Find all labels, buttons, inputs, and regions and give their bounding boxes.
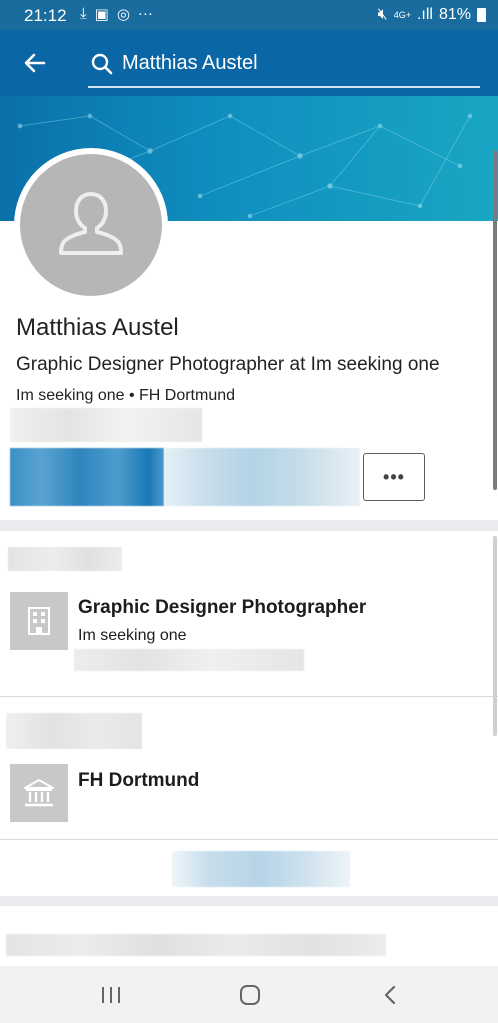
search-icon	[90, 52, 114, 81]
redacted-section-heading	[8, 547, 122, 571]
school-logo[interactable]	[10, 764, 68, 822]
status-right: 🔇︎ 4G+ .ıll 81%	[378, 6, 486, 24]
notification-icons: ⤓ ▣ ◎ ···	[80, 5, 153, 23]
home-icon[interactable]	[230, 978, 270, 1012]
redacted-see-all-link[interactable]	[172, 851, 350, 887]
profile-name: Matthias Austel	[16, 314, 179, 341]
redacted-experience-dates	[74, 649, 304, 671]
system-back-icon[interactable]	[370, 978, 410, 1012]
redacted-secondary-button[interactable]	[164, 448, 360, 506]
building-icon	[28, 607, 50, 635]
status-time: 21:12	[24, 6, 67, 25]
back-arrow-icon[interactable]	[20, 48, 50, 78]
network-label: 4G+	[393, 10, 411, 20]
more-dots-icon: ···	[137, 5, 153, 22]
redacted-primary-button[interactable]	[10, 448, 164, 506]
mute-icon: 🔇︎	[377, 6, 388, 23]
search-input[interactable]: Matthias Austel	[88, 44, 480, 88]
company-logo[interactable]	[10, 592, 68, 650]
redacted-section-heading	[6, 713, 142, 749]
profile-avatar[interactable]	[14, 148, 168, 302]
profile-card: Matthias Austel Graphic Designer Photogr…	[0, 96, 498, 520]
redacted-section-heading	[6, 934, 386, 956]
download-icon: ⤓	[80, 5, 87, 22]
experience-title[interactable]: Graphic Designer Photographer	[78, 597, 366, 619]
profile-subline: Im seeking one • FH Dortmund	[16, 387, 236, 404]
profile-headline: Graphic Designer Photographer at Im seek…	[16, 354, 440, 375]
recent-apps-icon[interactable]	[91, 978, 131, 1012]
redacted-text	[10, 408, 202, 442]
status-bar: 21:12 ⤓ ▣ ◎ ··· 🔇︎ 4G+ .ıll 81%	[0, 0, 498, 30]
gallery-icon: ▣	[94, 6, 109, 23]
app-bar: Matthias Austel	[0, 30, 498, 96]
school-icon	[24, 779, 54, 807]
search-query: Matthias Austel	[122, 52, 258, 74]
signal-icon: .ıll	[416, 6, 433, 23]
scrollbar[interactable]	[493, 150, 497, 490]
more-options-button[interactable]: •••	[363, 453, 425, 501]
battery-level: 81%	[438, 6, 471, 23]
section-divider	[0, 839, 498, 840]
education-school[interactable]: FH Dortmund	[78, 770, 199, 792]
battery-icon	[477, 8, 486, 22]
system-navigation-bar	[0, 966, 498, 1023]
experience-education-card: Graphic Designer Photographer Im seeking…	[0, 531, 498, 896]
experience-company: Im seeking one	[78, 627, 187, 644]
sync-icon: ◎	[116, 6, 130, 23]
scrollbar-secondary[interactable]	[493, 536, 497, 736]
next-section-card	[0, 906, 498, 966]
section-divider	[0, 696, 498, 697]
avatar-placeholder-icon	[20, 154, 162, 296]
